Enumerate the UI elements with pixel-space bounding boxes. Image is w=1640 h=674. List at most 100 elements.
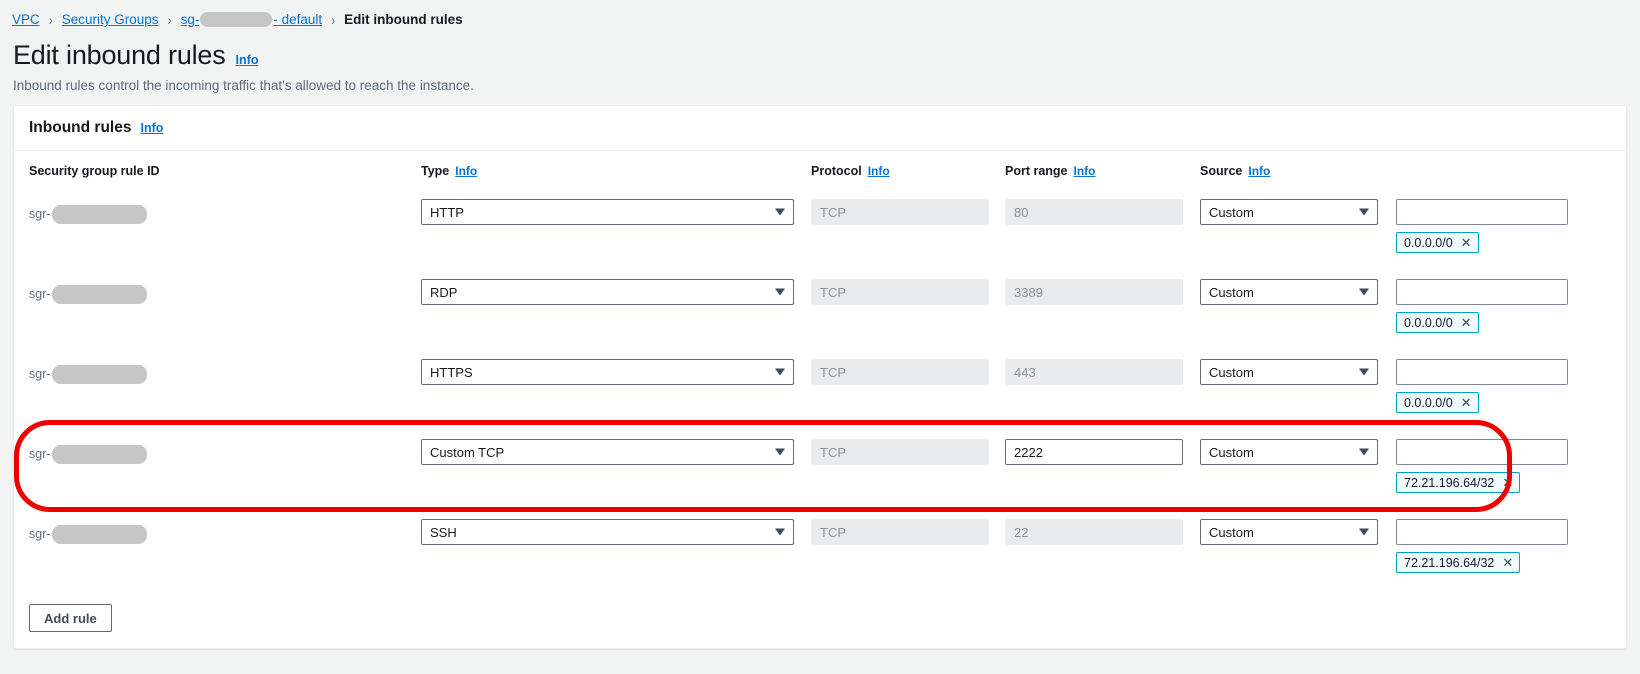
chevron-down-icon <box>1359 289 1369 296</box>
table-row: sgr- Custom TCP TCP 2222 Custom <box>14 431 1626 511</box>
type-select-value: RDP <box>430 285 457 300</box>
security-group-rule-id: sgr- <box>29 441 421 467</box>
source-chip[interactable]: 72.21.196.64/32 ✕ <box>1396 552 1520 573</box>
source-search-input[interactable] <box>1396 199 1568 225</box>
protocol-input: TCP <box>811 199 989 225</box>
table-body: sgr- HTTP TCP 80 Custom <box>14 191 1626 591</box>
protocol-input: TCP <box>811 519 989 545</box>
column-header-protocol: Protocol Info <box>811 164 1005 178</box>
source-search-input[interactable] <box>1396 279 1568 305</box>
source-chip-label: 72.21.196.64/32 <box>1404 476 1494 490</box>
breadcrumb-item-vpc[interactable]: VPC <box>12 12 40 27</box>
source-chip[interactable]: 0.0.0.0/0 ✕ <box>1396 312 1479 333</box>
type-select[interactable]: Custom TCP <box>421 439 794 465</box>
source-search-input[interactable] <box>1396 439 1568 465</box>
breadcrumb-item-security-group[interactable]: sg-- default <box>181 12 323 27</box>
type-select[interactable]: HTTP <box>421 199 794 225</box>
source-search-wrap <box>1396 439 1596 465</box>
breadcrumb-sg-prefix: sg- <box>181 12 200 27</box>
protocol-value: TCP <box>820 365 846 380</box>
cell-type: SSH <box>421 519 811 545</box>
column-header-label: Type <box>421 164 449 178</box>
cell-type: HTTP <box>421 199 811 225</box>
cell-protocol: TCP <box>811 279 1005 305</box>
breadcrumb: VPC › Security Groups › sg-- default › E… <box>0 0 1640 30</box>
breadcrumb-item-security-groups[interactable]: Security Groups <box>62 12 159 27</box>
table-row: sgr- HTTP TCP 80 Custom <box>14 191 1626 271</box>
protocol-value: TCP <box>820 285 846 300</box>
rule-id-prefix: sgr- <box>29 207 51 221</box>
column-info-link[interactable]: Info <box>1074 164 1096 178</box>
table-row: sgr- SSH TCP 22 Custom <box>14 511 1626 591</box>
close-icon[interactable]: ✕ <box>1461 236 1472 249</box>
column-info-link[interactable]: Info <box>455 164 477 178</box>
rule-id-prefix: sgr- <box>29 527 51 541</box>
type-select-value: SSH <box>430 525 457 540</box>
cell-source-search: 0.0.0.0/0 ✕ <box>1396 199 1596 253</box>
cell-source: Custom <box>1200 279 1396 305</box>
cell-protocol: TCP <box>811 439 1005 465</box>
source-select[interactable]: Custom <box>1200 519 1378 545</box>
cell-rule-id: sgr- <box>29 439 421 467</box>
page-header: Edit inbound rules Info Inbound rules co… <box>0 30 1640 93</box>
source-search-input[interactable] <box>1396 519 1568 545</box>
redacted-rule-id <box>52 365 147 384</box>
cell-rule-id: sgr- <box>29 359 421 387</box>
source-chip-label: 0.0.0.0/0 <box>1404 316 1453 330</box>
chevron-down-icon <box>1359 369 1369 376</box>
cell-type: RDP <box>421 279 811 305</box>
cell-rule-id: sgr- <box>29 279 421 307</box>
source-select[interactable]: Custom <box>1200 199 1378 225</box>
cell-source-search: 72.21.196.64/32 ✕ <box>1396 439 1596 493</box>
source-select[interactable]: Custom <box>1200 359 1378 385</box>
redacted-rule-id <box>52 525 147 544</box>
card-info-link[interactable]: Info <box>140 121 163 135</box>
source-select[interactable]: Custom <box>1200 279 1378 305</box>
protocol-value: TCP <box>820 205 846 220</box>
source-search-input[interactable] <box>1396 359 1568 385</box>
redacted-rule-id <box>52 285 147 304</box>
table-row: sgr- RDP TCP 3389 Custom <box>14 271 1626 351</box>
close-icon[interactable]: ✕ <box>1502 556 1513 569</box>
column-info-link[interactable]: Info <box>868 164 890 178</box>
port-range-value: 3389 <box>1014 285 1043 300</box>
chevron-down-icon <box>775 449 785 456</box>
chevron-down-icon <box>1359 209 1369 216</box>
chevron-down-icon <box>775 529 785 536</box>
source-chip[interactable]: 0.0.0.0/0 ✕ <box>1396 392 1479 413</box>
close-icon[interactable]: ✕ <box>1461 396 1472 409</box>
column-header-rule-id: Security group rule ID <box>29 164 421 178</box>
type-select-value: HTTP <box>430 205 464 220</box>
type-select[interactable]: RDP <box>421 279 794 305</box>
cell-source: Custom <box>1200 199 1396 225</box>
type-select[interactable]: SSH <box>421 519 794 545</box>
source-select-value: Custom <box>1209 525 1254 540</box>
type-select[interactable]: HTTPS <box>421 359 794 385</box>
add-rule-button[interactable]: Add rule <box>29 604 112 632</box>
cell-protocol: TCP <box>811 519 1005 545</box>
page-title-info-link[interactable]: Info <box>236 53 259 67</box>
port-range-input: 3389 <box>1005 279 1183 305</box>
cell-type: HTTPS <box>421 359 811 385</box>
source-select[interactable]: Custom <box>1200 439 1378 465</box>
table-row: sgr- HTTPS TCP 443 Custom <box>14 351 1626 431</box>
close-icon[interactable]: ✕ <box>1502 476 1513 489</box>
cell-port-range: 3389 <box>1005 279 1200 305</box>
port-range-input[interactable]: 2222 <box>1005 439 1183 465</box>
source-chip[interactable]: 0.0.0.0/0 ✕ <box>1396 232 1479 253</box>
inbound-rules-table: Security group rule ID Type Info Protoco… <box>14 151 1626 591</box>
close-icon[interactable]: ✕ <box>1461 316 1472 329</box>
source-chip-label: 72.21.196.64/32 <box>1404 556 1494 570</box>
cell-protocol: TCP <box>811 199 1005 225</box>
source-chip[interactable]: 72.21.196.64/32 ✕ <box>1396 472 1520 493</box>
security-group-rule-id: sgr- <box>29 361 421 387</box>
protocol-value: TCP <box>820 525 846 540</box>
rule-id-prefix: sgr- <box>29 447 51 461</box>
redacted-sg-id <box>200 12 272 27</box>
column-header-label: Source <box>1200 164 1242 178</box>
column-info-link[interactable]: Info <box>1248 164 1270 178</box>
source-search-wrap <box>1396 359 1596 385</box>
source-chip-label: 0.0.0.0/0 <box>1404 396 1453 410</box>
column-header-label: Security group rule ID <box>29 164 160 178</box>
source-search-wrap <box>1396 199 1596 225</box>
